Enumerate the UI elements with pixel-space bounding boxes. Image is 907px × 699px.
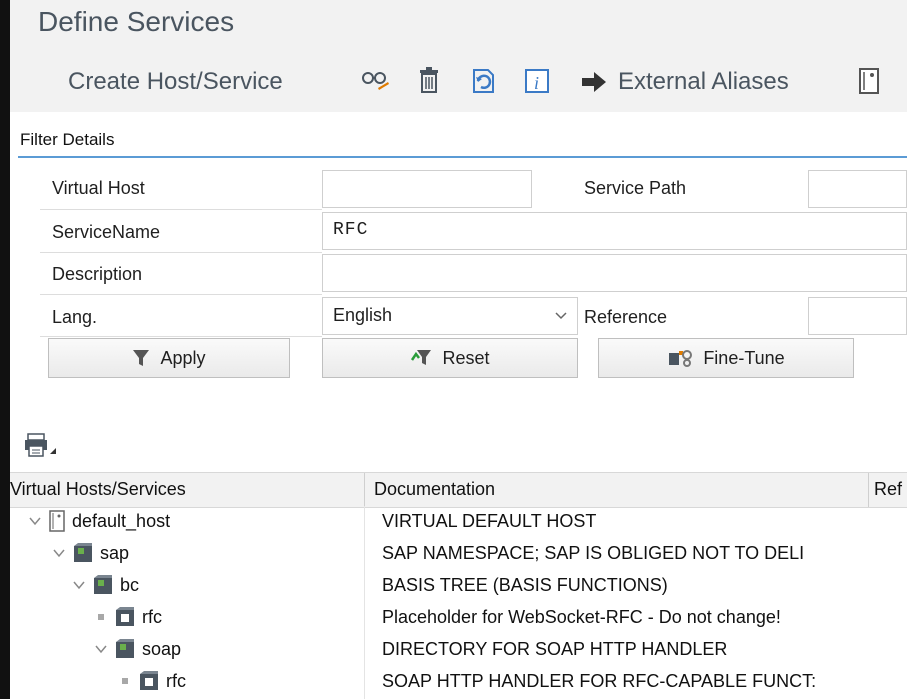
delete-icon[interactable] [412, 64, 446, 98]
package-icon [94, 575, 112, 594]
virtual-host-input[interactable] [322, 170, 532, 208]
filter-icon [133, 350, 150, 366]
package-icon [116, 639, 134, 658]
service-path-label: Service Path [584, 178, 687, 198]
doc-cell: Placeholder for WebSocket-RFC - Do not c… [382, 607, 781, 627]
reset-button[interactable]: Reset [322, 338, 578, 378]
tree-row[interactable]: soap DIRECTORY FOR SOAP HTTP HANDLER [10, 634, 907, 666]
host-icon[interactable] [852, 64, 886, 98]
tree-row[interactable]: bc BASIS TREE (BASIS FUNCTIONS) [10, 570, 907, 602]
host-icon [49, 510, 65, 532]
external-aliases-button[interactable]: External Aliases [580, 64, 789, 100]
tree-grid-header: Virtual Hosts/Services Documentation Ref [10, 472, 907, 508]
print-icon[interactable] [24, 432, 58, 458]
lang-label: Lang. [52, 307, 98, 327]
fine-tune-icon [669, 350, 693, 367]
chevron-down-icon[interactable] [28, 514, 42, 528]
reference-input[interactable] [808, 297, 907, 335]
service-path-input[interactable] [808, 170, 907, 208]
doc-cell: SAP NAMESPACE; SAP IS OBLIGED NOT TO DEL… [382, 543, 805, 563]
chevron-down-icon[interactable] [72, 578, 86, 592]
doc-cell: VIRTUAL DEFAULT HOST [382, 511, 597, 531]
tree-node-label: rfc [142, 606, 162, 627]
filter-details-title: Filter Details [20, 130, 115, 149]
create-host-service-button[interactable]: Create Host/Service [68, 68, 283, 96]
display-change-icon[interactable] [358, 64, 392, 98]
filter-divider [18, 156, 907, 158]
lang-select[interactable]: English [322, 297, 578, 335]
doc-cell: DIRECTORY FOR SOAP HTTP HANDLER [382, 639, 728, 659]
window-edge [0, 0, 10, 699]
tree-node-label: soap [142, 638, 182, 659]
activate-icon[interactable] [466, 64, 500, 98]
tree-row[interactable]: rfc SOAP HTTP HANDLER FOR RFC-CAPABLE FU… [10, 666, 907, 698]
doc-cell: BASIS TREE (BASIS FUNCTIONS) [382, 575, 668, 595]
col-documentation[interactable]: Documentation [374, 479, 495, 500]
title-area: Define Services Create Host/Service i Ex… [10, 0, 907, 112]
svg-text:i: i [534, 73, 539, 93]
chevron-down-icon[interactable] [94, 642, 108, 656]
doc-cell: SOAP HTTP HANDLER FOR RFC-CAPABLE FUNCT: [382, 671, 817, 691]
tree-node-label: rfc [166, 670, 186, 691]
grid-toolbar [10, 424, 907, 466]
col-reference[interactable]: Ref [874, 479, 902, 500]
virtual-host-label: Virtual Host [52, 178, 145, 198]
service-name-label: ServiceName [52, 222, 161, 242]
package-icon [74, 543, 92, 562]
chevron-down-icon[interactable] [52, 546, 66, 560]
col-virtual-hosts[interactable]: Virtual Hosts/Services [10, 479, 186, 500]
tree-row[interactable]: default_host VIRTUAL DEFAULT HOST [10, 506, 907, 538]
arrow-right-icon [582, 72, 606, 92]
fine-tune-button[interactable]: Fine-Tune [598, 338, 854, 378]
leaf-bullet-icon [122, 678, 128, 684]
leaf-bullet-icon [98, 614, 104, 620]
chevron-down-icon [555, 312, 567, 320]
description-label: Description [52, 264, 143, 284]
reference-label: Reference [584, 307, 668, 327]
tree-node-label: bc [120, 574, 140, 595]
reset-filter-icon [411, 350, 432, 365]
info-icon[interactable]: i [520, 64, 554, 98]
service-name-input[interactable]: RFC [322, 212, 907, 250]
page-title: Define Services [38, 6, 235, 37]
tree-node-label: default_host [72, 510, 171, 531]
service-icon [116, 607, 134, 626]
tree-row[interactable]: rfc Placeholder for WebSocket-RFC - Do n… [10, 602, 907, 634]
tree-row[interactable]: sap SAP NAMESPACE; SAP IS OBLIGED NOT TO… [10, 538, 907, 570]
apply-button[interactable]: Apply [48, 338, 290, 378]
description-input[interactable] [322, 254, 907, 292]
toolbar: Create Host/Service i External Aliases [20, 58, 907, 106]
tree-node-label: sap [100, 542, 130, 563]
service-icon [140, 671, 158, 690]
